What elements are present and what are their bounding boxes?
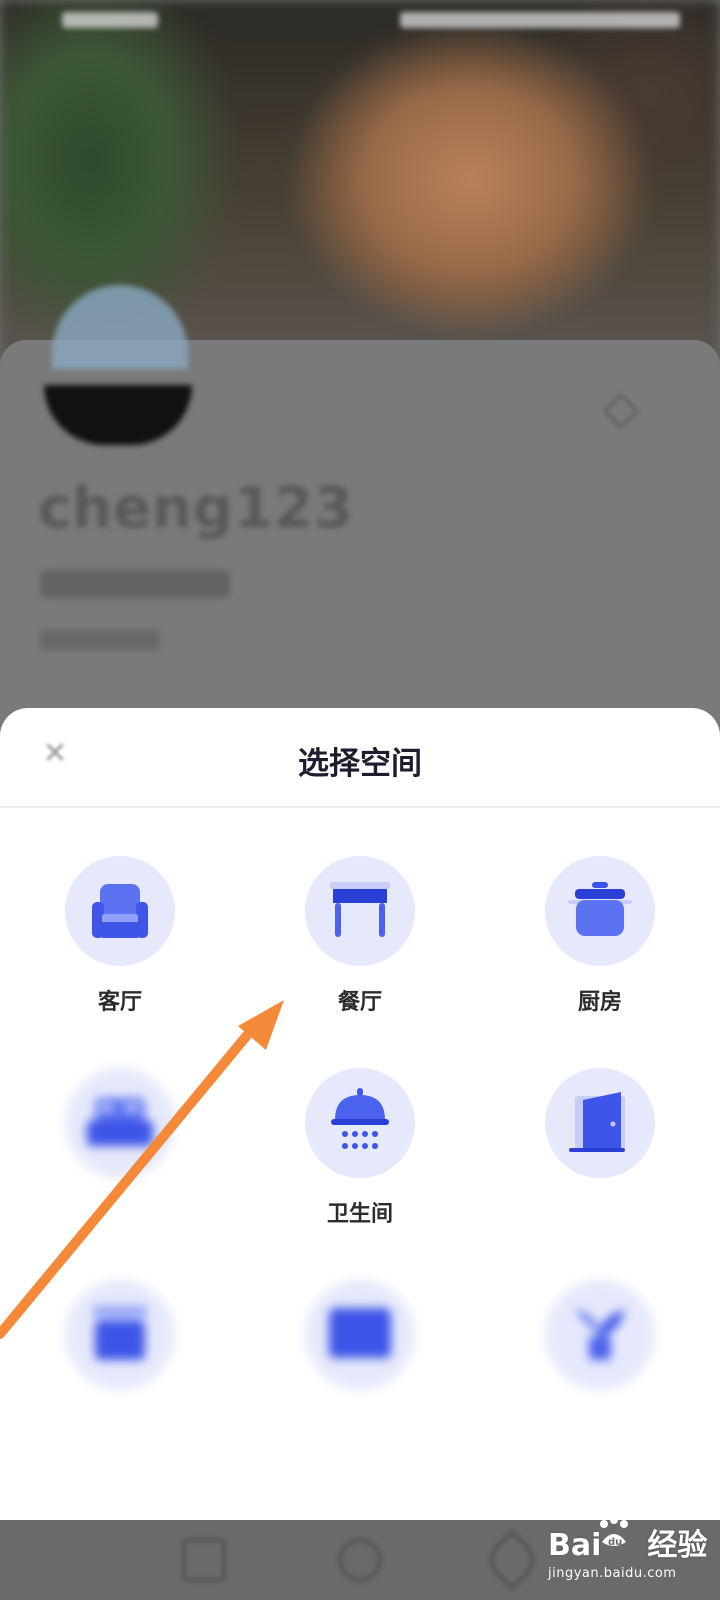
watermark-logo-right: 经验: [647, 1528, 708, 1563]
screen-icon: [305, 1280, 415, 1390]
profile-username: cheng123: [38, 476, 354, 541]
space-label: 厨房: [577, 989, 622, 1015]
space-tile-screen[interactable]: [260, 1280, 460, 1460]
space-tile-kitchen[interactable]: 厨房: [500, 856, 700, 1036]
dining-table-icon: [305, 856, 415, 966]
baidu-jingyan-watermark: Bai 经验 du jingyan.baidu.com: [548, 1516, 718, 1598]
back-icon[interactable]: [182, 1538, 226, 1582]
profile-bio: [40, 630, 160, 650]
door-icon: [545, 1068, 655, 1178]
svg-text:du: du: [608, 1537, 622, 1548]
sofa-icon: [65, 856, 175, 966]
sheet-header: ✕ 选择空间: [0, 708, 720, 808]
cooking-pot-icon: [545, 856, 655, 966]
cabinet-icon: [65, 1280, 175, 1390]
space-tile-living-room[interactable]: 客厅: [20, 856, 220, 1036]
recent-apps-icon[interactable]: [480, 1528, 544, 1592]
sheet-title: 选择空间: [298, 746, 422, 782]
shower-icon: [305, 1068, 415, 1178]
space-grid: 客厅 餐厅 厨房 卫生间: [0, 808, 720, 1508]
status-time: [62, 12, 158, 28]
paw-icon: du: [600, 1516, 628, 1548]
plant-icon: [545, 1280, 655, 1390]
space-tile-entrance[interactable]: [500, 1068, 700, 1248]
avatar: [44, 285, 192, 445]
space-tile-dining-room[interactable]: 餐厅: [260, 856, 460, 1036]
status-icons: [400, 12, 680, 28]
bed-icon: [65, 1068, 175, 1178]
space-label: 客厅: [97, 989, 142, 1015]
status-bar: [0, 0, 720, 48]
space-tile-bathroom[interactable]: 卫生间: [260, 1068, 460, 1248]
space-picker-sheet: ✕ 选择空间 客厅 餐厅 厨房 卫生间: [0, 708, 720, 1520]
space-tile-study[interactable]: [20, 1280, 220, 1460]
home-icon[interactable]: [338, 1538, 382, 1582]
profile-meta: [40, 570, 230, 598]
space-label: 卫生间: [326, 1201, 393, 1227]
space-tile-plant[interactable]: [500, 1280, 700, 1460]
space-label: 餐厅: [337, 989, 382, 1015]
space-tile-bedroom[interactable]: [20, 1068, 220, 1248]
watermark-url: jingyan.baidu.com: [548, 1566, 677, 1581]
